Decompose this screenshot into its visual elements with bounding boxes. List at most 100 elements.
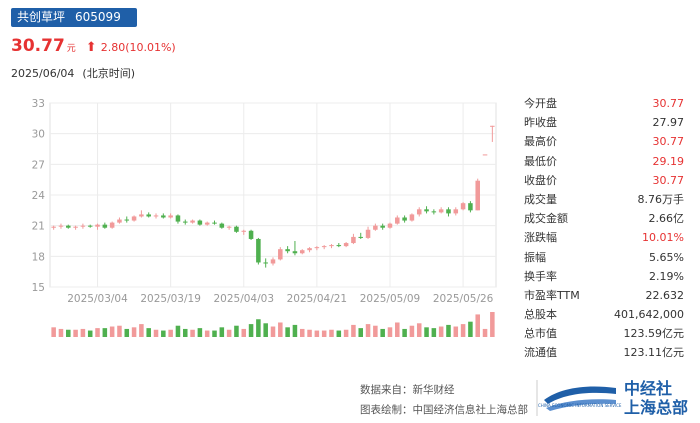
volume-bar (336, 330, 342, 337)
x-tick-label: 2025/05/09 (360, 293, 421, 305)
volume-bar (424, 327, 429, 337)
stat-value: 27.97 (652, 116, 685, 130)
volume-bar (329, 329, 334, 337)
candle-body (285, 249, 290, 252)
stat-label: 最低价 (524, 154, 557, 168)
candle-body (263, 262, 268, 264)
volume-bar (66, 329, 71, 337)
x-axis-ticks: 2025/03/04 2025/03/19 2025/04/03 2025/04/21… (67, 293, 493, 305)
volume-bar (292, 324, 298, 337)
x-tick-label: 2025/04/03 (213, 293, 274, 305)
candle-body (146, 214, 151, 217)
current-price: 30.77 (11, 36, 65, 56)
volume-bar (468, 321, 473, 337)
stat-row: 总市值 123.59亿元 (524, 324, 684, 343)
candle-body (204, 222, 210, 225)
candle-body (446, 209, 451, 214)
stat-row: 涨跌幅 10.01% (524, 228, 684, 247)
stat-value: 10.01% (642, 231, 684, 245)
candle-body (299, 250, 305, 254)
volume-bar (460, 324, 466, 337)
volume-bar (73, 329, 78, 337)
stat-value: 2.66亿 (648, 212, 685, 226)
volume-bar (234, 325, 239, 337)
candle-body (190, 220, 195, 223)
candle-body (365, 229, 371, 238)
stat-value: 30.77 (652, 135, 685, 149)
y-axis-ticks: 15 18 21 24 27 30 33 (32, 98, 46, 294)
candle-body (387, 223, 393, 228)
volume-bar (153, 329, 159, 337)
stat-label: 今开盘 (524, 97, 557, 110)
y-tick-label: 33 (32, 98, 45, 110)
candle-body (197, 220, 203, 225)
candle-body (95, 224, 100, 227)
stats-panel: 今开盘 30.77 昨收盘 27.97 最高价 30.77 最低价 29.19 收盘价 3… (524, 94, 684, 363)
y-tick-label: 27 (32, 159, 45, 171)
volume-bar (395, 322, 400, 337)
timezone-note: (北京时间) (82, 67, 135, 80)
stat-label: 总股本 (524, 308, 557, 322)
volume-bar (365, 324, 371, 337)
stat-value: 123.11亿元 (623, 346, 685, 360)
volume-bars (51, 312, 495, 337)
logo-mark-icon (536, 380, 616, 416)
candle-body (234, 226, 239, 232)
stat-value: 5.65% (649, 250, 684, 264)
price-row: 30.77 元 ⬆ 2.80(10.01%) (11, 36, 176, 56)
volume-bar (124, 328, 130, 337)
candle-body (153, 215, 159, 217)
candle-body (87, 225, 93, 227)
stat-label: 成交金额 (524, 212, 568, 226)
volume-bar (168, 329, 173, 337)
stat-row: 流通值 123.11亿元 (524, 343, 684, 362)
price-change: 2.80(10.01%) (100, 41, 176, 54)
candle-body (402, 217, 407, 221)
volume-bar (307, 329, 312, 337)
stat-label: 流通值 (524, 346, 557, 360)
candle-body (248, 230, 254, 239)
candle-body (468, 203, 473, 211)
volume-bar (182, 328, 188, 337)
volume-bar (131, 327, 137, 337)
volume-bar (80, 328, 86, 337)
volume-bar (58, 328, 64, 337)
candles (51, 125, 495, 268)
volume-bar (248, 324, 254, 337)
candle-body (102, 224, 108, 228)
volume-bar (358, 328, 364, 337)
volume-bar (219, 327, 225, 337)
volume-bar (278, 322, 283, 337)
stat-row: 昨收盘 27.97 (524, 113, 684, 132)
candle-body (256, 238, 261, 263)
data-source: 数据来自：新华财经 (360, 384, 455, 396)
candle-body (212, 222, 217, 224)
candle-body (453, 209, 459, 214)
stat-label: 最高价 (524, 135, 557, 149)
y-tick-label: 18 (32, 251, 45, 263)
candle-body (431, 211, 437, 213)
stat-row: 总股本 401,642,000 (524, 305, 684, 324)
candle-body (131, 216, 137, 221)
candle-body (66, 225, 71, 228)
volume-bar (263, 323, 268, 337)
candle-body (124, 219, 130, 221)
stat-label: 换手率 (524, 269, 557, 283)
volume-bar (87, 330, 93, 337)
candle-body (270, 259, 276, 264)
volume-bar (409, 325, 415, 337)
volume-bar (438, 326, 444, 337)
stat-value: 8.76万手 (637, 192, 685, 206)
volume-bar (380, 328, 385, 337)
stat-value: 123.59亿元 (623, 327, 685, 341)
stat-row: 成交量 8.76万手 (524, 190, 684, 209)
volume-bar (226, 329, 232, 337)
stock-name: 共创草坪 (17, 10, 66, 24)
volume-bar (299, 328, 305, 337)
kline-chart: 15182124273033 2025/03/04 2025/03/19 2025/… (32, 98, 497, 337)
candle-body (139, 214, 144, 217)
volume-bar (241, 328, 247, 337)
candle-body (409, 214, 415, 221)
volume-bar (161, 330, 166, 337)
footer-credits: 数据来自：新华财经 图表绘制：中国经济信息社上海总部 (360, 380, 528, 420)
